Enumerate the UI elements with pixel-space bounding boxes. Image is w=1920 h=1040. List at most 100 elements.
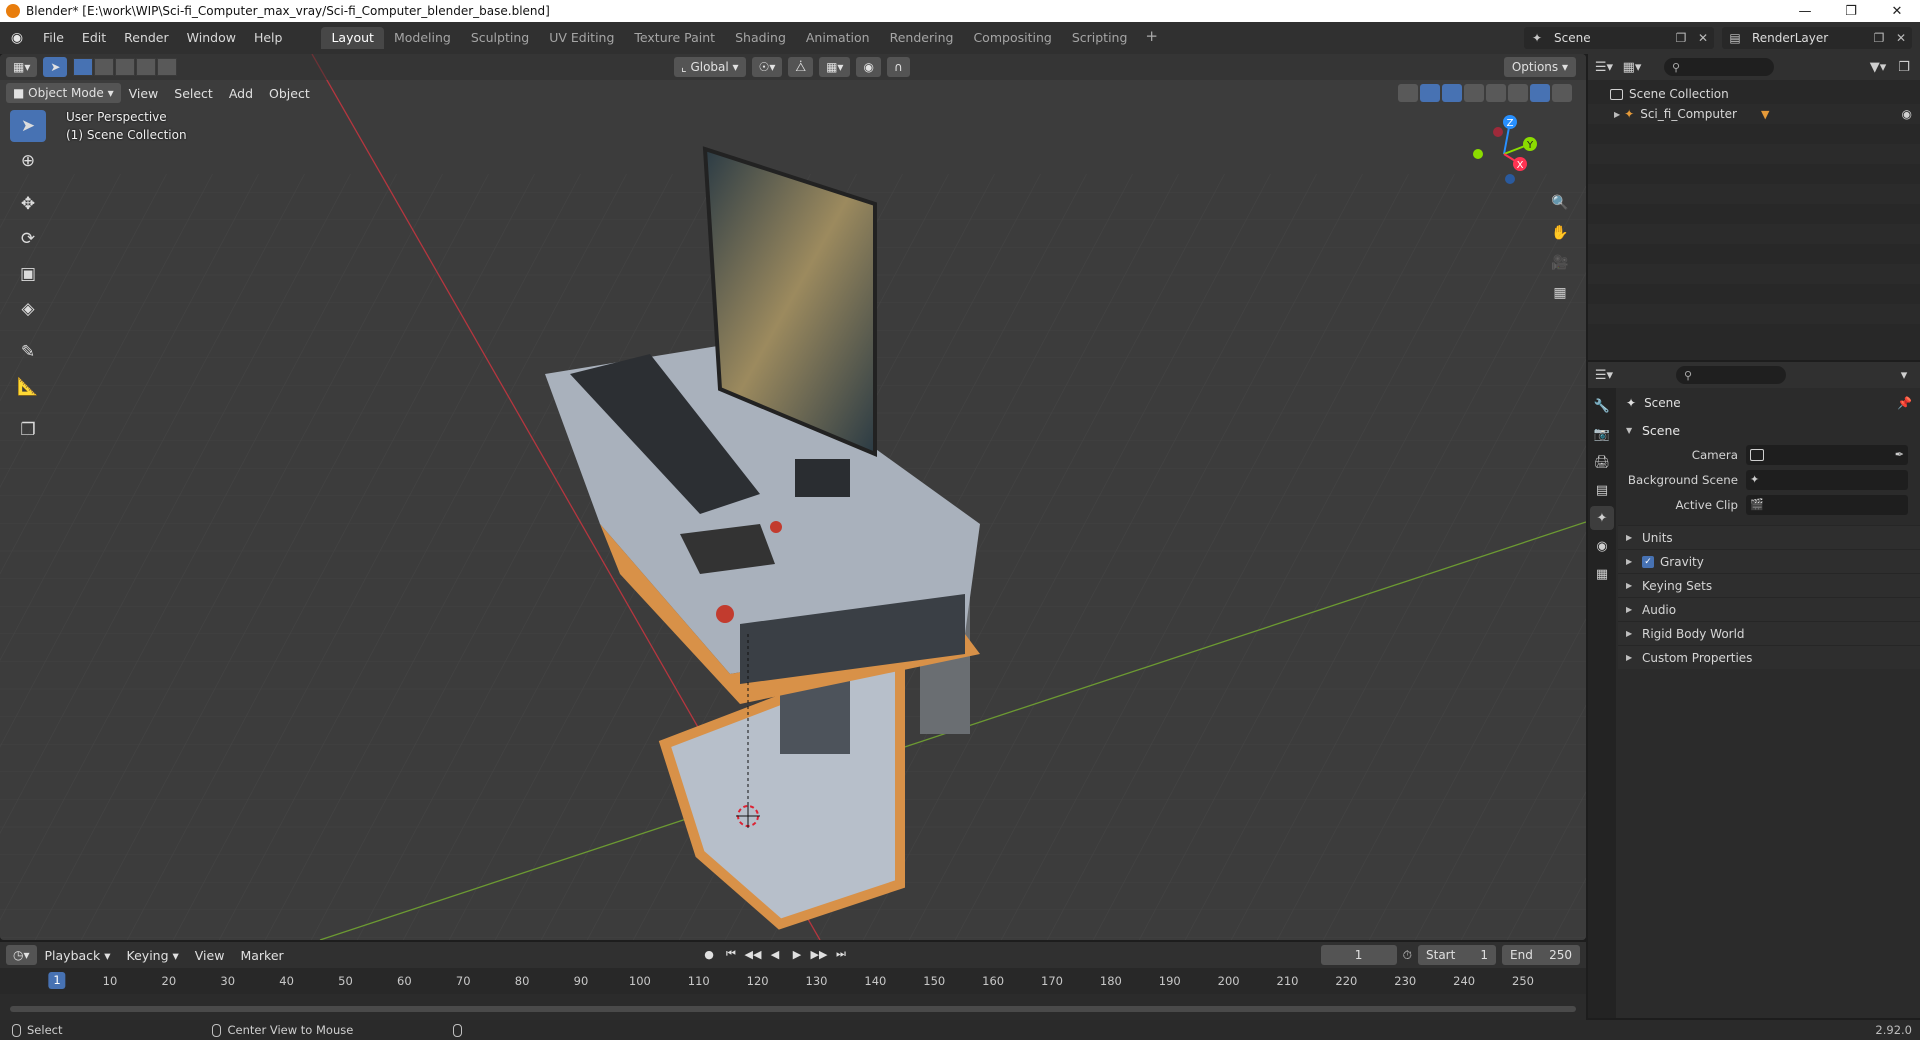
- record-icon[interactable]: ●: [700, 945, 718, 963]
- orientation-dropdown[interactable]: ⌞ Global ▾: [674, 57, 746, 77]
- start-frame-field[interactable]: Start 1: [1418, 945, 1496, 965]
- background-scene-field[interactable]: ✦: [1746, 469, 1908, 490]
- visibility-dropdown-icon[interactable]: [1398, 84, 1418, 102]
- viewport-menu-add[interactable]: Add: [221, 86, 261, 101]
- menu-window[interactable]: Window: [178, 27, 245, 49]
- neg-x-ball[interactable]: [1493, 127, 1503, 137]
- tool-settings-icon[interactable]: 🔧: [1590, 394, 1614, 418]
- outliner-editor-type-icon[interactable]: ☰▾: [1592, 57, 1616, 77]
- timeline-menu-playback[interactable]: Playback ▾: [37, 948, 119, 963]
- select-intersect-icon[interactable]: [157, 58, 178, 76]
- snap-toggle-icon[interactable]: ⧊: [788, 57, 814, 77]
- world-properties-icon[interactable]: ◉: [1590, 534, 1614, 558]
- tab-modeling[interactable]: Modeling: [384, 27, 461, 49]
- wireframe-shading-icon[interactable]: [1486, 84, 1506, 102]
- move-icon[interactable]: ✥: [10, 188, 46, 220]
- restore-button[interactable]: ❐: [1828, 0, 1874, 22]
- menu-help[interactable]: Help: [245, 27, 292, 49]
- view-layer-properties-icon[interactable]: ▤: [1590, 478, 1614, 502]
- select-tool-icon[interactable]: ➤: [43, 57, 68, 77]
- next-keyframe-icon[interactable]: ▶▶: [810, 945, 828, 963]
- output-properties-icon[interactable]: 🖨: [1590, 450, 1614, 474]
- tab-layout[interactable]: Layout: [321, 27, 384, 49]
- scene-selector[interactable]: ✦ Scene ❐ ✕: [1524, 27, 1714, 49]
- cursor-icon[interactable]: ⊕: [10, 145, 46, 177]
- select-invert-icon[interactable]: [136, 58, 157, 76]
- texture-properties-icon[interactable]: ▦: [1590, 562, 1614, 586]
- scene-properties-icon[interactable]: ✦: [1590, 506, 1614, 530]
- options-dropdown[interactable]: Options ▾: [1503, 57, 1576, 77]
- timeline-menu-keying[interactable]: Keying ▾: [119, 948, 187, 963]
- xray-toggle-icon[interactable]: [1464, 84, 1484, 102]
- menu-render[interactable]: Render: [115, 27, 178, 49]
- solid-shading-icon[interactable]: [1508, 84, 1528, 102]
- proportional-edit-icon[interactable]: ◉: [856, 57, 881, 77]
- outliner-row-scene-collection[interactable]: Scene Collection: [1588, 84, 1920, 104]
- select-box-icon[interactable]: ➤: [10, 110, 46, 142]
- timeline-menu-view[interactable]: View: [187, 948, 233, 963]
- current-frame-field[interactable]: 1: [1320, 945, 1397, 965]
- add-cube-icon[interactable]: ❐: [10, 414, 46, 446]
- visibility-eye-icon[interactable]: ◉: [1902, 107, 1912, 121]
- units-panel[interactable]: ▶ Units: [1618, 525, 1920, 549]
- properties-editor[interactable]: ☰▾ ⚲ ▾ 🔧 📷 🖨 ▤ ✦ ◉ ▦ ✦ Scene 📌 ▼ Scene C…: [1588, 362, 1920, 1018]
- viewport-menu-object[interactable]: Object: [261, 86, 318, 101]
- jump-start-icon[interactable]: ⏮: [722, 945, 740, 963]
- eyedropper-icon[interactable]: ✒: [1895, 448, 1904, 461]
- tab-compositing[interactable]: Compositing: [963, 27, 1061, 49]
- expand-arrow-icon[interactable]: ▶: [1614, 110, 1620, 119]
- timeline-scrollbar[interactable]: [10, 1006, 1576, 1012]
- select-new-icon[interactable]: [73, 58, 94, 76]
- tab-texture-paint[interactable]: Texture Paint: [624, 27, 725, 49]
- audio-panel[interactable]: ▶ Audio: [1618, 597, 1920, 621]
- display-mode-icon[interactable]: ▦▾: [1620, 57, 1644, 77]
- overlay-toggle-icon[interactable]: [1442, 84, 1462, 102]
- properties-editor-type-icon[interactable]: ☰▾: [1592, 365, 1616, 385]
- neg-y-ball[interactable]: [1473, 149, 1483, 159]
- viewport-menu-view[interactable]: View: [121, 86, 167, 101]
- gravity-panel[interactable]: ▶ ✓ Gravity: [1618, 549, 1920, 573]
- menu-file[interactable]: File: [34, 27, 73, 49]
- select-subtract-icon[interactable]: [115, 58, 136, 76]
- rendered-shading-icon[interactable]: [1552, 84, 1572, 102]
- measure-icon[interactable]: 📐: [10, 371, 46, 403]
- outliner-row-object[interactable]: ▶ ✦ Sci_fi_Computer ▼ ◉: [1588, 104, 1920, 124]
- navigation-gizmo[interactable]: Z Y X: [1466, 114, 1546, 194]
- select-extend-icon[interactable]: [94, 58, 115, 76]
- jump-end-icon[interactable]: ⏭: [832, 945, 850, 963]
- outliner-search-input[interactable]: ⚲: [1664, 58, 1774, 76]
- viewport-menu-select[interactable]: Select: [166, 86, 221, 101]
- timeline-editor[interactable]: ◷▾ Playback ▾ Keying ▾ View Marker ● ⏮ ◀…: [0, 942, 1586, 1020]
- tab-animation[interactable]: Animation: [796, 27, 880, 49]
- camera-field[interactable]: ✒: [1746, 444, 1908, 465]
- add-workspace-button[interactable]: +: [1137, 27, 1166, 49]
- timeline-editor-type-button[interactable]: ◷▾: [6, 945, 37, 965]
- outliner-editor[interactable]: ☰▾ ▦▾ ⚲ ▼▾ ❐ Scene Collection ▶ ✦ Sci_fi…: [1588, 54, 1920, 360]
- ortho-grid-icon[interactable]: ▦: [1546, 280, 1574, 306]
- delete-scene-icon[interactable]: ✕: [1692, 31, 1714, 45]
- annotate-icon[interactable]: ✎: [10, 336, 46, 368]
- gravity-checkbox[interactable]: ✓: [1642, 555, 1654, 568]
- keying-sets-panel[interactable]: ▶ Keying Sets: [1618, 573, 1920, 597]
- camera-view-icon[interactable]: 🎥: [1546, 250, 1574, 276]
- rigid-body-world-panel[interactable]: ▶ Rigid Body World: [1618, 621, 1920, 645]
- gizmo-toggle-icon[interactable]: [1420, 84, 1440, 102]
- scene-name[interactable]: Scene: [1550, 31, 1670, 45]
- minimize-button[interactable]: —: [1782, 0, 1828, 22]
- 3d-viewport[interactable]: ▦▾ ➤ ⌞ Global ▾ ☉▾ ⧊ ▦▾ ◉ ∩ Options ▾ ■ …: [0, 54, 1586, 940]
- filter-icon[interactable]: ▼▾: [1866, 57, 1890, 77]
- scene-panel-header[interactable]: ▼ Scene: [1618, 418, 1920, 442]
- editor-type-button[interactable]: ▦▾: [6, 57, 38, 77]
- snap-target-dropdown[interactable]: ▦▾: [819, 57, 851, 77]
- scale-icon[interactable]: ▣: [10, 258, 46, 290]
- new-scene-icon[interactable]: ❐: [1670, 31, 1692, 45]
- play-icon[interactable]: ▶: [788, 945, 806, 963]
- tab-shading[interactable]: Shading: [725, 27, 796, 49]
- transform-icon[interactable]: ◈: [10, 293, 46, 325]
- blender-logo-icon[interactable]: ◉: [0, 22, 34, 54]
- properties-options-icon[interactable]: ▾: [1892, 365, 1916, 385]
- stopwatch-icon[interactable]: ⏱: [1403, 948, 1412, 963]
- falloff-icon[interactable]: ∩: [886, 57, 910, 77]
- new-view-layer-icon[interactable]: ❐: [1868, 31, 1890, 45]
- object-mode-dropdown[interactable]: ■ Object Mode ▾: [6, 83, 121, 103]
